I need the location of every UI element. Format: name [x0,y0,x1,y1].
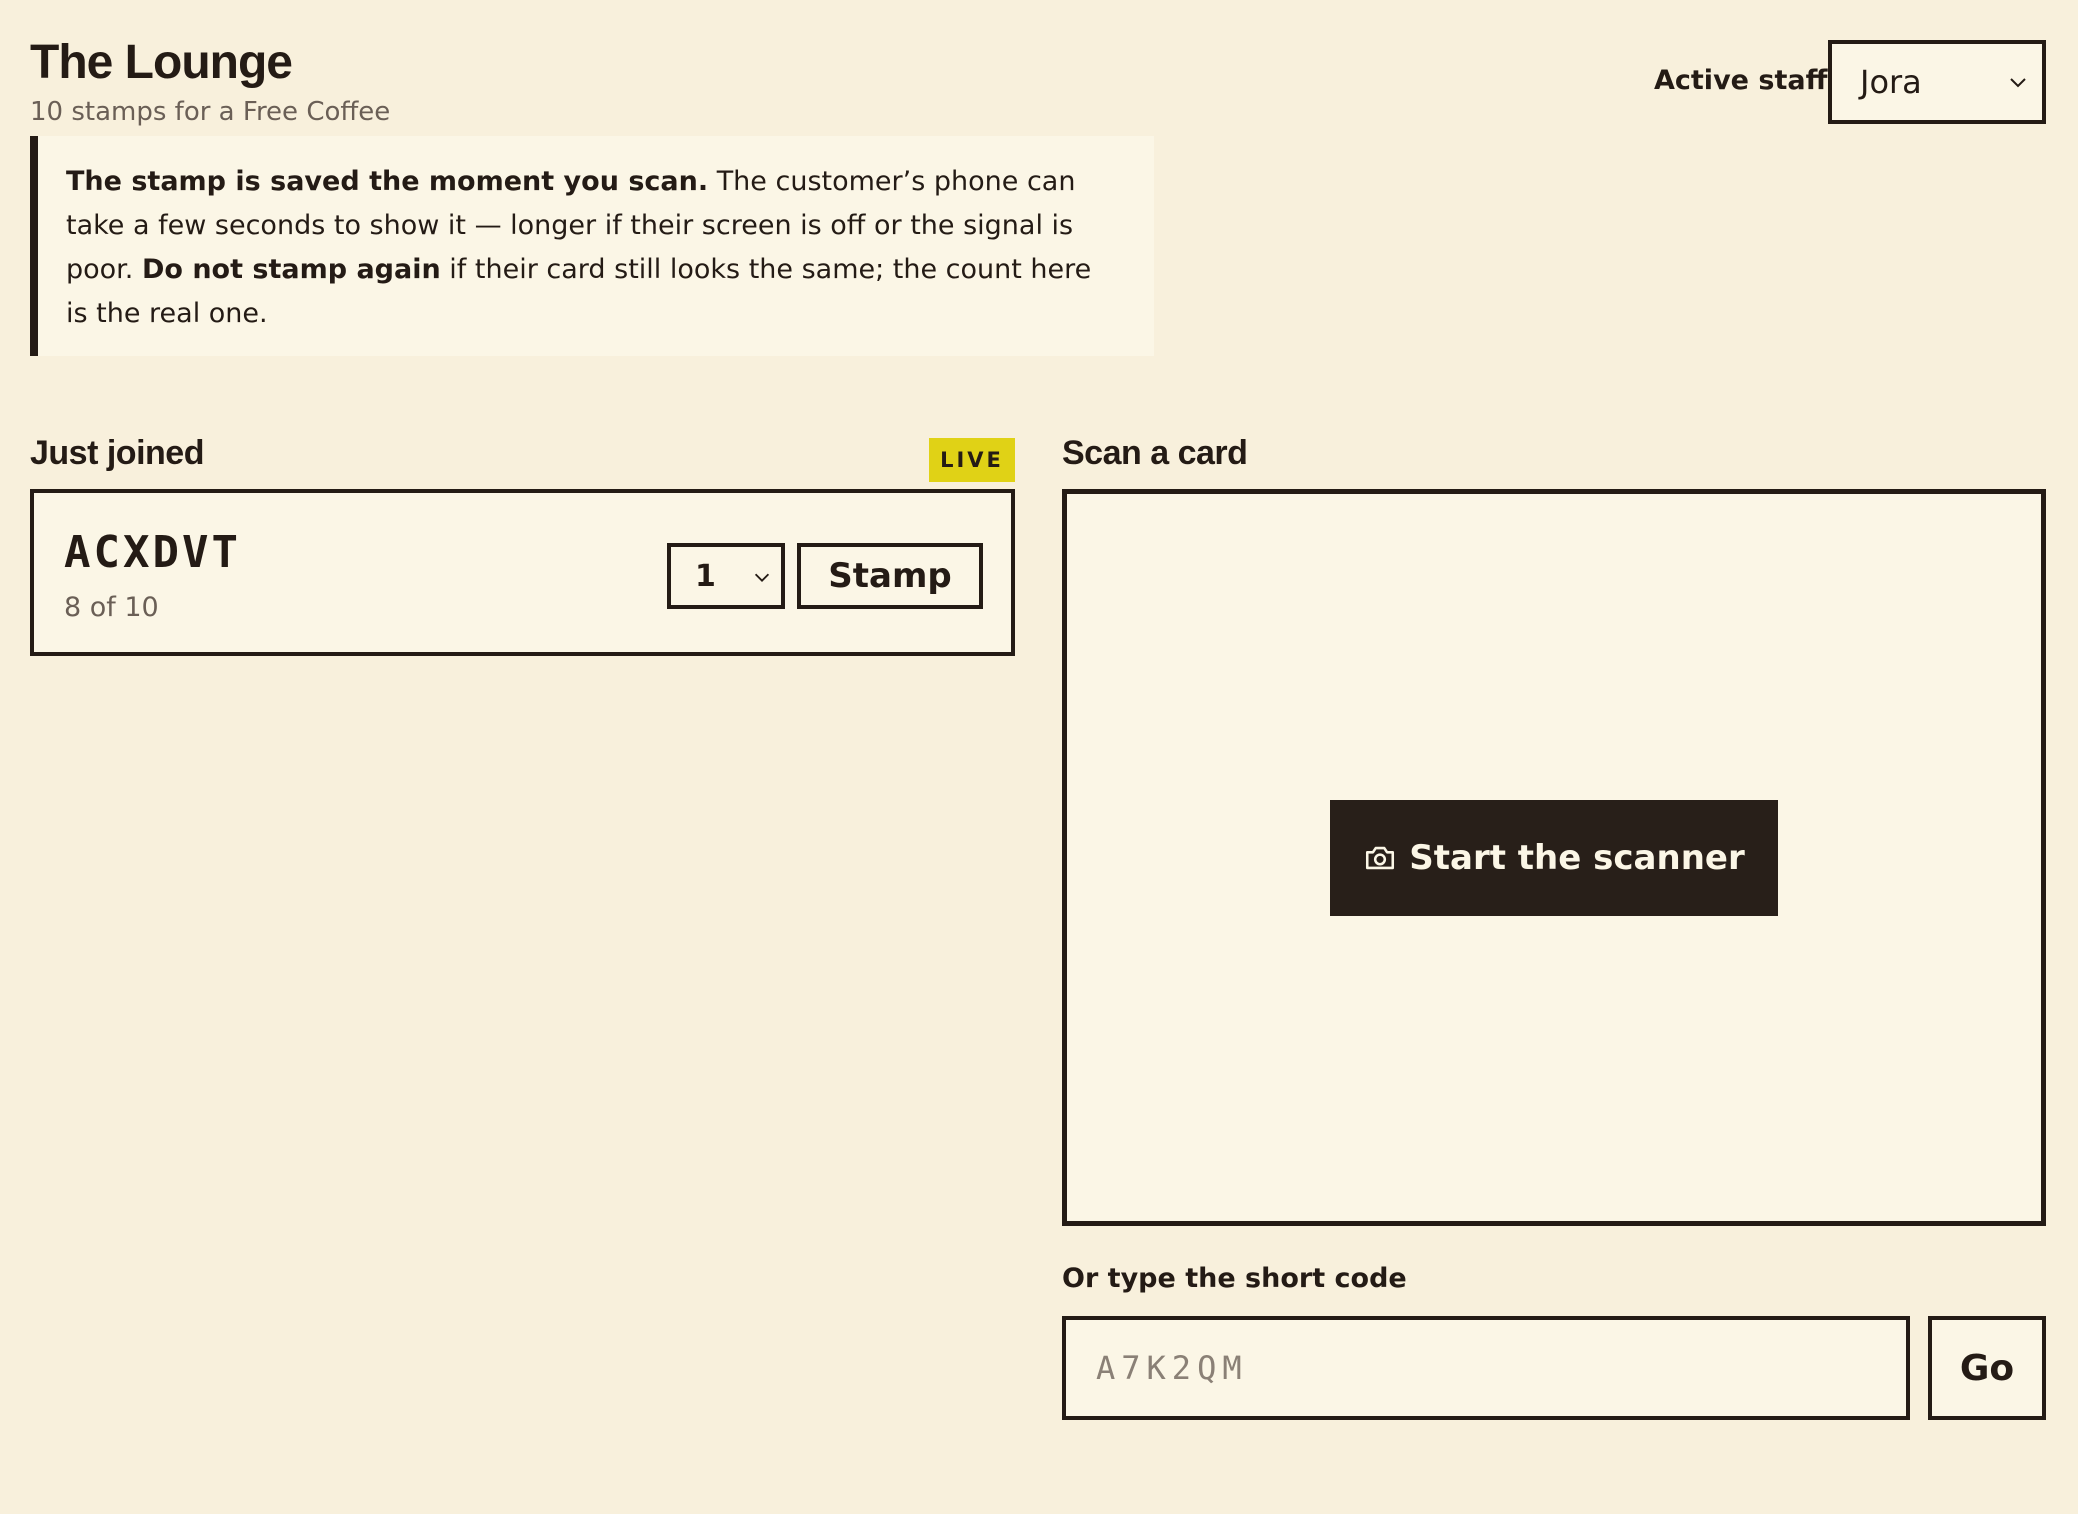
card-progress: 8 of 10 [64,592,159,623]
notice-bold-2: Do not stamp again [141,254,441,285]
start-scanner-label: Start the scanner [1409,838,1745,878]
active-staff-value: Jora [1860,63,1922,101]
camera-icon [1366,846,1395,870]
live-badge: LIVE [929,438,1015,482]
joined-card: ACXDVT 8 of 10 1 Stamp [30,489,1015,656]
chevron-down-icon [2010,78,2026,88]
page-subtitle: 10 stamps for a Free Coffee [30,97,391,127]
page-title: The Lounge [30,36,293,89]
just-joined-title: Just joined [30,434,204,472]
stamp-button[interactable]: Stamp [797,543,983,609]
start-scanner-button[interactable]: Start the scanner [1330,800,1778,916]
active-staff-label: Active staff [1654,65,1828,96]
stamp-quantity-value: 1 [695,558,716,594]
staff-page: The Lounge 10 stamps for a Free Coffee A… [0,0,2078,1514]
chevron-down-icon [754,573,770,582]
scan-card-title: Scan a card [1062,434,1248,472]
card-code: ACXDVT [64,527,241,578]
go-button[interactable]: Go [1928,1316,2046,1420]
stamp-quantity-select[interactable]: 1 [667,543,785,609]
short-code-input[interactable] [1062,1316,1910,1420]
scan-notice: The stamp is saved the moment you scan. … [30,136,1154,356]
active-staff-select[interactable]: Jora [1828,40,2046,124]
short-code-label: Or type the short code [1062,1263,1407,1294]
notice-bold-1: The stamp is saved the moment you scan. [66,166,709,197]
